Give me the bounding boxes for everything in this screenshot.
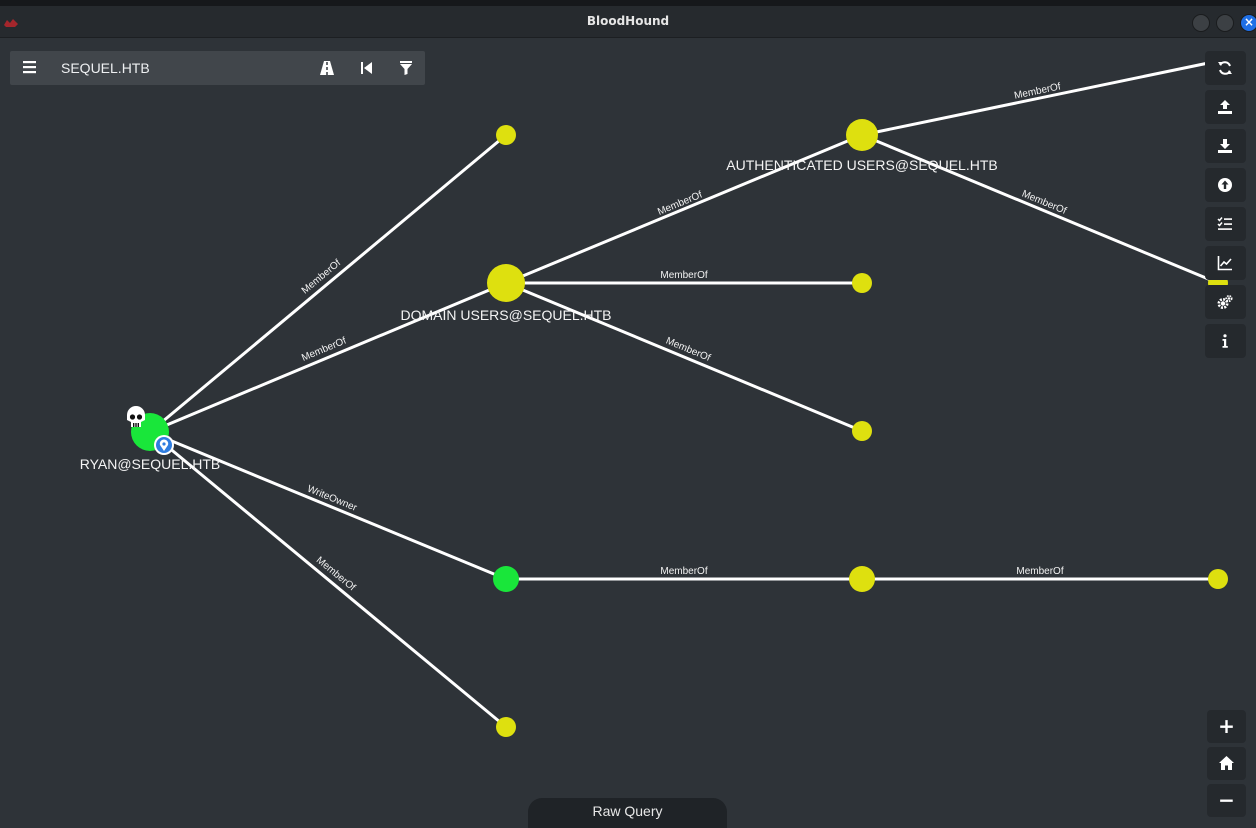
menu-icon[interactable]	[22, 59, 38, 75]
upload-icon	[1218, 100, 1232, 114]
settings-icon	[1217, 295, 1233, 309]
pathfinding-road-icon[interactable]	[318, 59, 336, 77]
refresh-button[interactable]	[1205, 51, 1246, 85]
edge-label: MemberOf	[660, 566, 707, 577]
domain-users-node[interactable]	[487, 264, 525, 302]
graph-canvas[interactable]: MemberOf MemberOf WriteOwner MemberOf Me…	[0, 37, 1256, 813]
authenticated-users-node[interactable]	[846, 119, 878, 151]
raw-query-toggle[interactable]: Raw Query	[528, 798, 727, 828]
plus-icon: +	[1218, 714, 1235, 738]
edge-au-top-right[interactable]	[861, 59, 1219, 137]
edge-du-group-low[interactable]	[505, 281, 863, 433]
close-button[interactable]: ×	[1240, 14, 1256, 32]
import-icon	[1218, 178, 1232, 192]
settings-button[interactable]	[1205, 285, 1246, 319]
minus-icon: −	[1218, 788, 1235, 812]
download-button[interactable]	[1205, 129, 1246, 163]
group-node[interactable]	[1208, 569, 1228, 589]
group-node[interactable]	[849, 566, 875, 592]
zoom-out-button[interactable]: −	[1207, 784, 1246, 817]
maximize-button[interactable]	[1216, 14, 1234, 32]
filter-icon[interactable]	[397, 59, 415, 77]
search-input[interactable]: SEQUEL.HTB	[61, 60, 150, 76]
window-titlebar: BloodHound ×	[0, 6, 1256, 38]
home-button[interactable]	[1207, 747, 1246, 780]
download-icon	[1218, 139, 1232, 153]
zoom-in-button[interactable]: +	[1207, 710, 1246, 743]
chart-icon	[1217, 256, 1232, 271]
window-title: BloodHound	[586, 14, 670, 28]
edge-ryan-writeowner[interactable]	[149, 430, 507, 581]
analysis-button[interactable]	[1205, 246, 1246, 280]
checklist-icon	[1217, 217, 1232, 230]
close-icon: ×	[1243, 15, 1255, 29]
raw-query-label: Raw Query	[592, 803, 663, 819]
import-button[interactable]	[1205, 168, 1246, 202]
edge-ryan-domain-users[interactable]	[149, 281, 507, 434]
group-node[interactable]	[852, 273, 872, 293]
location-pin-icon	[154, 435, 174, 455]
upload-button[interactable]	[1205, 90, 1246, 124]
search-bar: SEQUEL.HTB	[10, 51, 425, 85]
domain-users-label: DOMAIN USERS@SEQUEL.HTB	[400, 307, 611, 323]
edge-ryan-group-bottom[interactable]	[149, 430, 507, 729]
home-icon	[1219, 756, 1234, 770]
ryan-node-label: RYAN@SEQUEL.HTB	[80, 456, 221, 472]
minimize-button[interactable]	[1192, 14, 1210, 32]
edge-ryan-group-top[interactable]	[149, 133, 507, 434]
back-icon[interactable]	[358, 59, 376, 77]
info-button[interactable]	[1205, 324, 1246, 358]
queries-button[interactable]	[1205, 207, 1246, 241]
edge-label: MemberOf	[1016, 566, 1063, 577]
authenticated-users-label: AUTHENTICATED USERS@SEQUEL.HTB	[726, 157, 997, 173]
group-node[interactable]	[496, 717, 516, 737]
edge-label: MemberOf	[660, 270, 707, 281]
group-node[interactable]	[496, 125, 516, 145]
group-node[interactable]	[852, 421, 872, 441]
refresh-icon	[1218, 61, 1232, 75]
user-node[interactable]	[493, 566, 519, 592]
info-icon	[1222, 334, 1228, 348]
